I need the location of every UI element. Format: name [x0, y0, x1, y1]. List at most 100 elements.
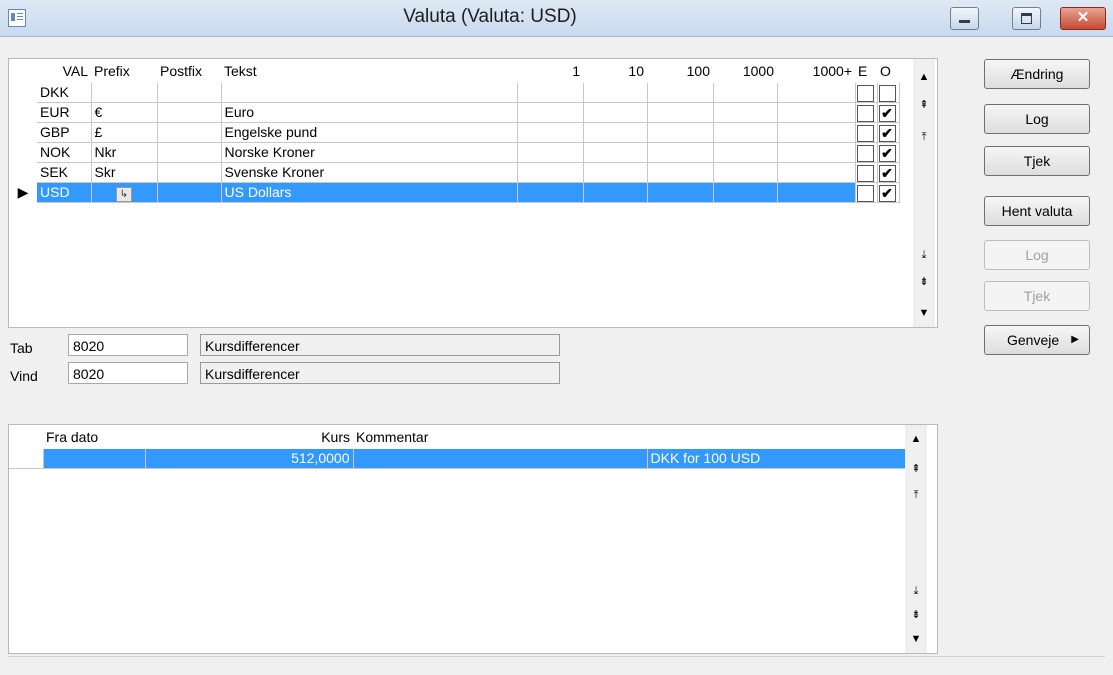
- vind-account-input[interactable]: 8020: [68, 362, 188, 384]
- col-header-o[interactable]: O: [877, 59, 899, 83]
- cell-fra-dato[interactable]: [43, 449, 146, 469]
- rate-header-row: Fra dato Kurs Kommentar: [9, 425, 905, 449]
- col-header-kurs[interactable]: Kurs: [145, 425, 353, 449]
- cell-tekst[interactable]: Euro: [221, 102, 518, 123]
- checkbox-o[interactable]: ✔: [878, 144, 896, 162]
- table-row[interactable]: DKK: [9, 83, 900, 103]
- cell-prefix[interactable]: €: [91, 102, 158, 123]
- checkbox-e[interactable]: [856, 184, 874, 202]
- cell-tekst[interactable]: Norske Kroner: [221, 142, 518, 163]
- hent-valuta-button[interactable]: Hent valuta: [984, 196, 1090, 226]
- aendring-button[interactable]: Ændring: [984, 59, 1090, 89]
- cell-prefix[interactable]: Skr: [91, 162, 158, 183]
- row-pointer-icon: ▶: [9, 182, 37, 203]
- col-header-fra-dato[interactable]: Fra dato: [43, 425, 145, 449]
- table-row[interactable]: NOK Nkr Norske Kroner ✔: [9, 142, 900, 163]
- col-header-e[interactable]: E: [855, 59, 877, 83]
- log-button-disabled[interactable]: Log: [984, 240, 1090, 270]
- tjek-button[interactable]: Tjek: [984, 146, 1090, 176]
- cell-val[interactable]: SEK: [37, 162, 92, 183]
- cell-kommentar[interactable]: [353, 449, 648, 469]
- arrow-down-icon[interactable]: ▼: [913, 305, 935, 321]
- table-row[interactable]: SEK Skr Svenske Kroner ✔: [9, 162, 900, 183]
- log-button[interactable]: Log: [984, 104, 1090, 134]
- first-icon[interactable]: ⤒: [913, 129, 935, 145]
- cell-postfix[interactable]: [157, 102, 222, 123]
- currency-table: VAL Prefix Postfix Tekst 1 10 100 1000 1…: [9, 59, 900, 203]
- rate-grid[interactable]: Fra dato Kurs Kommentar 512,0000 DKK for…: [8, 424, 938, 654]
- window-title: Valuta (Valuta: USD): [403, 6, 577, 27]
- page-up-icon[interactable]: ⇞: [913, 97, 935, 113]
- checkbox-o[interactable]: ✔: [878, 164, 896, 182]
- genveje-button[interactable]: Genveje ▶: [984, 325, 1090, 355]
- cell-tekst[interactable]: Engelske pund: [221, 122, 518, 143]
- table-row-selected[interactable]: 512,0000 DKK for 100 USD: [9, 449, 906, 469]
- cell-val[interactable]: USD: [37, 182, 92, 203]
- maximize-button[interactable]: [1012, 7, 1041, 30]
- genveje-label: Genveje: [1007, 332, 1060, 348]
- cell-tekst[interactable]: Svenske Kroner: [221, 162, 518, 183]
- cell-postfix[interactable]: [157, 182, 222, 203]
- cell-val[interactable]: EUR: [37, 102, 92, 123]
- cell-postfix[interactable]: [157, 83, 222, 103]
- cell-prefix[interactable]: [91, 83, 158, 103]
- tab-account-description: Kursdifferencer: [200, 334, 560, 356]
- col-header-1000[interactable]: 1000: [713, 59, 777, 83]
- title-bar: Valuta (Valuta: USD) ✕: [0, 0, 1113, 37]
- checkbox-o[interactable]: ✔: [878, 184, 896, 202]
- cell-note[interactable]: DKK for 100 USD: [647, 449, 906, 469]
- col-header-val[interactable]: VAL: [37, 59, 91, 83]
- checkbox-e[interactable]: [856, 104, 874, 122]
- last-icon[interactable]: ⤓: [905, 583, 927, 599]
- tab-account-input[interactable]: 8020: [68, 334, 188, 356]
- last-icon[interactable]: ⤓: [913, 247, 935, 263]
- col-header-100[interactable]: 100: [647, 59, 713, 83]
- cell-tekst[interactable]: [221, 83, 518, 103]
- col-header-tekst[interactable]: Tekst: [221, 59, 517, 83]
- checkbox-o[interactable]: ✔: [878, 124, 896, 142]
- col-header-1[interactable]: 1: [517, 59, 583, 83]
- col-header-10[interactable]: 10: [583, 59, 647, 83]
- col-header-note[interactable]: [647, 425, 905, 449]
- arrow-up-icon[interactable]: ▲: [913, 69, 935, 85]
- currency-grid[interactable]: VAL Prefix Postfix Tekst 1 10 100 1000 1…: [8, 58, 938, 328]
- col-header-prefix[interactable]: Prefix: [91, 59, 157, 83]
- minimize-button[interactable]: [950, 7, 979, 30]
- currency-header-row: VAL Prefix Postfix Tekst 1 10 100 1000 1…: [9, 59, 899, 83]
- col-header-kommentar[interactable]: Kommentar: [353, 425, 647, 449]
- checkbox-e[interactable]: [856, 164, 874, 182]
- checkbox-o[interactable]: [878, 84, 896, 102]
- cell-postfix[interactable]: [157, 142, 222, 163]
- first-icon[interactable]: ⤒: [905, 487, 927, 503]
- page-up-icon[interactable]: ⇞: [905, 461, 927, 477]
- rate-table: Fra dato Kurs Kommentar 512,0000 DKK for…: [9, 425, 906, 469]
- col-header-1000plus[interactable]: 1000+: [777, 59, 855, 83]
- table-row[interactable]: EUR € Euro ✔: [9, 102, 900, 123]
- arrow-down-icon[interactable]: ▼: [905, 631, 927, 647]
- close-button[interactable]: ✕: [1060, 7, 1106, 30]
- table-row-selected[interactable]: ▶ USD ↳ US Dollars ✔: [9, 182, 900, 203]
- cell-val[interactable]: NOK: [37, 142, 92, 163]
- cell-tekst[interactable]: US Dollars: [221, 182, 518, 203]
- cell-val[interactable]: GBP: [37, 122, 92, 143]
- rate-scrollbar[interactable]: ▲ ⇞ ⤒ ⤓ ⇟ ▼: [905, 425, 927, 653]
- cell-val[interactable]: DKK: [37, 83, 92, 103]
- checkbox-o[interactable]: ✔: [878, 104, 896, 122]
- checkbox-e[interactable]: [856, 124, 874, 142]
- currency-scrollbar[interactable]: ▲ ⇞ ⤒ ⤓ ⇟ ▼: [913, 59, 935, 327]
- cell-postfix[interactable]: [157, 122, 222, 143]
- page-down-icon[interactable]: ⇟: [905, 607, 927, 623]
- arrow-up-icon[interactable]: ▲: [905, 431, 927, 447]
- col-header-postfix[interactable]: Postfix: [157, 59, 221, 83]
- checkbox-e[interactable]: [856, 144, 874, 162]
- checkbox-e[interactable]: [856, 84, 874, 102]
- close-icon: ✕: [1076, 9, 1090, 26]
- cell-editor-icon[interactable]: ↳: [116, 187, 132, 202]
- cell-kurs[interactable]: 512,0000: [145, 449, 354, 469]
- cell-prefix[interactable]: Nkr: [91, 142, 158, 163]
- cell-postfix[interactable]: [157, 162, 222, 183]
- table-row[interactable]: GBP £ Engelske pund ✔: [9, 122, 900, 143]
- tjek-button-disabled[interactable]: Tjek: [984, 281, 1090, 311]
- page-down-icon[interactable]: ⇟: [913, 274, 935, 290]
- cell-prefix[interactable]: £: [91, 122, 158, 143]
